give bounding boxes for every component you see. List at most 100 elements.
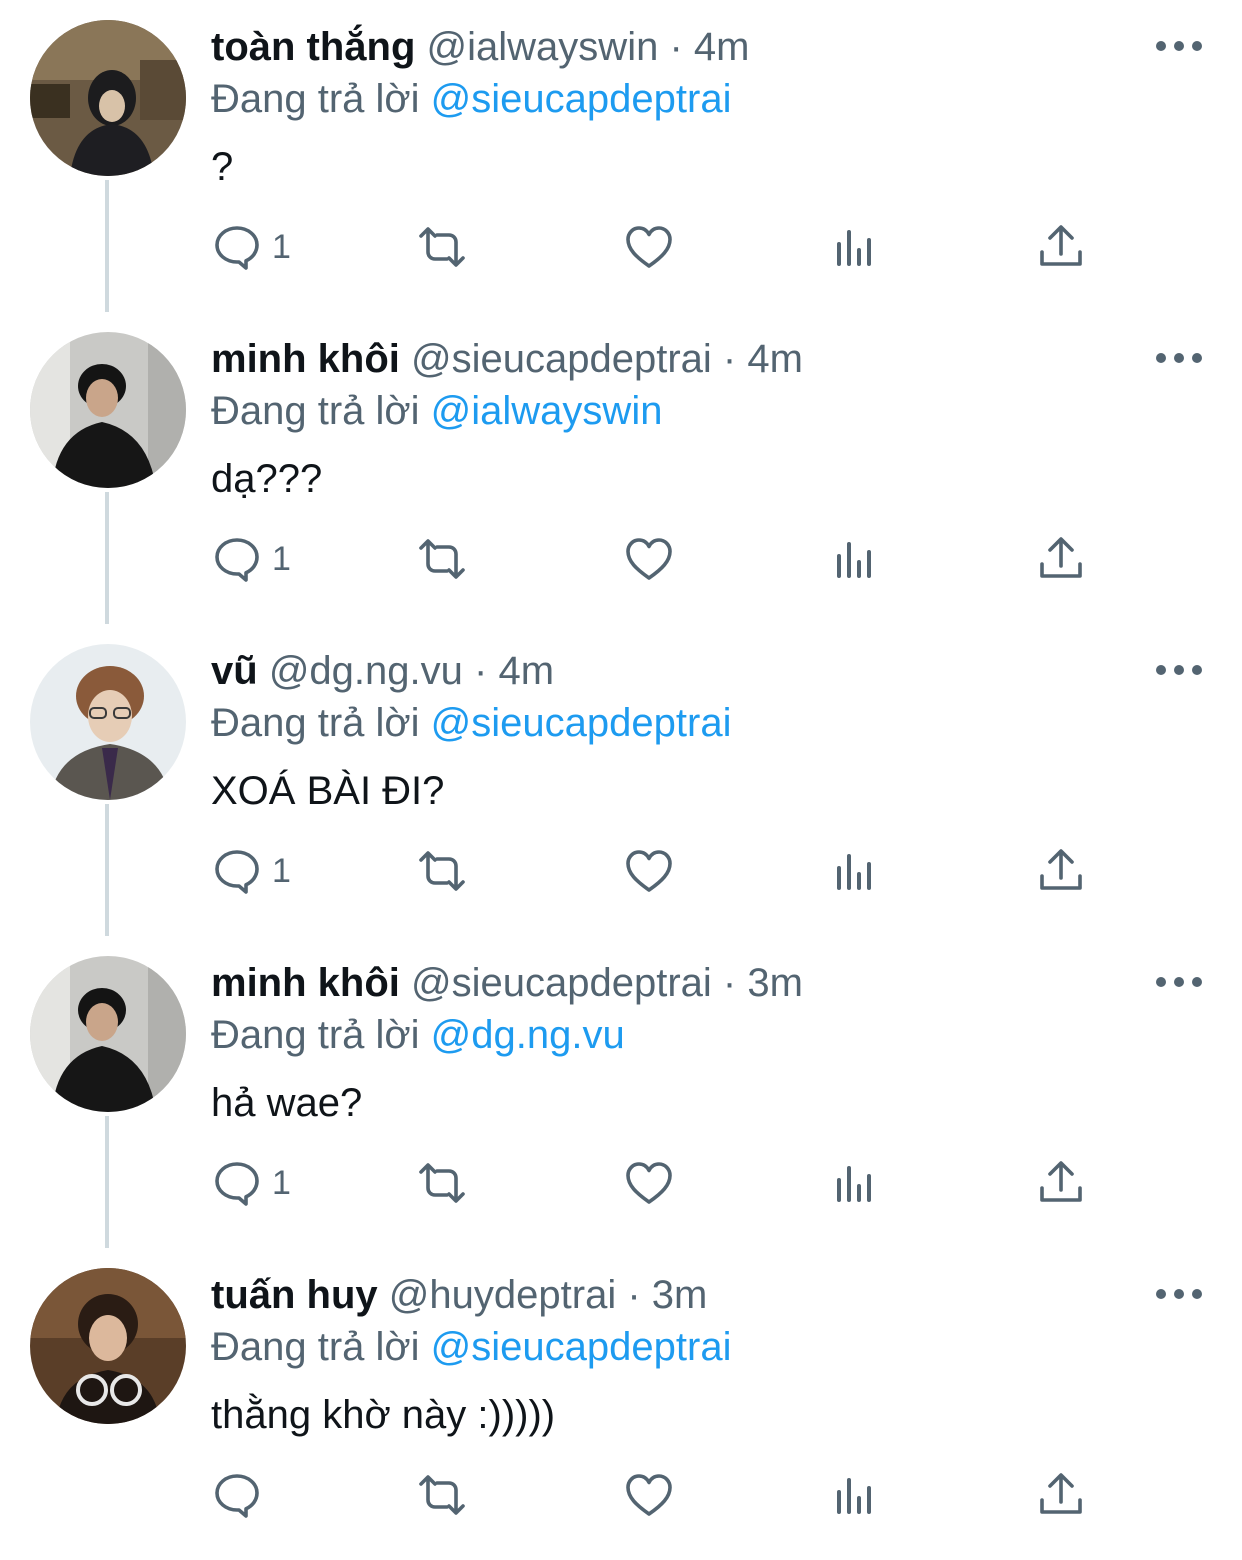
timestamp[interactable]: 3m [747,961,803,1005]
reply-button[interactable]: 1 [212,1148,291,1218]
heart-icon [626,538,672,580]
tweet[interactable]: minh khôi @sieucapdeptrai · 3m Đang trả … [0,936,1242,1248]
views-button[interactable] [830,212,880,282]
tweet[interactable]: minh khôi @sieucapdeptrai · 4m Đang trả … [0,312,1242,624]
user-handle[interactable]: @ialwayswin [427,25,659,69]
display-name[interactable]: toàn thắng [211,25,415,69]
more-options-button[interactable] [1156,974,1202,990]
replying-to: Đang trả lời @dg.ng.vu [211,1012,625,1058]
action-bar [0,1460,1242,1530]
reply-count: 1 [272,227,291,266]
more-icon [1192,1289,1202,1299]
more-icon [1174,977,1184,987]
retweet-button[interactable] [417,212,467,282]
timestamp[interactable]: 3m [652,1273,708,1317]
action-bar: 1 [0,524,1242,594]
avatar[interactable] [30,332,186,488]
share-button[interactable] [1036,1148,1086,1218]
separator-dot: · [669,25,683,69]
tweet-header: vũ @dg.ng.vu · 4m [211,648,554,694]
display-name[interactable]: vũ [211,649,258,693]
more-icon [1192,665,1202,675]
user-handle[interactable]: @huydeptrai [389,1273,616,1317]
share-icon [1040,225,1082,266]
replying-to-label: Đang trả lời [211,1325,420,1369]
retweet-button[interactable] [417,836,467,906]
reply-button[interactable] [212,1460,272,1530]
timestamp[interactable]: 4m [498,649,554,693]
mention-link[interactable]: @sieucapdeptrai [431,701,732,745]
share-button[interactable] [1036,524,1086,594]
user-handle[interactable]: @dg.ng.vu [269,649,463,693]
like-button[interactable] [624,524,674,594]
more-options-button[interactable] [1156,38,1202,54]
like-button[interactable] [624,836,674,906]
tweet-header: minh khôi @sieucapdeptrai · 4m [211,336,803,382]
avatar[interactable] [30,1268,186,1424]
mention-link[interactable]: @ialwayswin [431,389,663,433]
reply-icon [215,850,259,894]
more-icon [1156,1289,1166,1299]
retweet-icon [419,1475,465,1515]
more-icon [1174,1289,1184,1299]
user-handle[interactable]: @sieucapdeptrai [411,337,712,381]
avatar[interactable] [30,956,186,1112]
like-button[interactable] [624,1148,674,1218]
separator-dot: · [722,961,737,1005]
mention-link[interactable]: @sieucapdeptrai [431,1325,732,1369]
views-button[interactable] [830,836,880,906]
like-button[interactable] [624,212,674,282]
reply-count: 1 [272,539,291,578]
reply-button[interactable]: 1 [212,212,291,282]
analytics-icon [837,542,871,578]
share-button[interactable] [1036,212,1086,282]
retweet-icon [419,227,465,267]
more-options-button[interactable] [1156,350,1202,366]
reply-icon [215,1474,259,1518]
reply-icon [215,538,259,582]
replying-to: Đang trả lời @sieucapdeptrai [211,1324,731,1370]
avatar[interactable] [30,20,186,176]
more-options-button[interactable] [1156,1286,1202,1302]
avatar-image [30,332,186,488]
more-icon [1192,41,1202,51]
tweet-text: hả wae? [211,1081,363,1125]
timestamp[interactable]: 4m [694,25,750,69]
analytics-icon [837,1166,871,1202]
views-button[interactable] [830,1148,880,1218]
share-button[interactable] [1036,836,1086,906]
more-options-button[interactable] [1156,662,1202,678]
more-icon [1174,353,1184,363]
retweet-button[interactable] [417,1460,467,1530]
like-button[interactable] [624,1460,674,1530]
reply-icon [215,226,259,270]
reply-button[interactable]: 1 [212,836,291,906]
reply-button[interactable]: 1 [212,524,291,594]
retweet-button[interactable] [417,524,467,594]
user-handle[interactable]: @sieucapdeptrai [411,961,712,1005]
tweet[interactable]: vũ @dg.ng.vu · 4m Đang trả lời @sieucapd… [0,624,1242,936]
display-name[interactable]: minh khôi [211,961,400,1005]
views-button[interactable] [830,524,880,594]
views-button[interactable] [830,1460,880,1530]
mention-link[interactable]: @sieucapdeptrai [431,77,732,121]
replying-to: Đang trả lời @ialwayswin [211,388,662,434]
timestamp[interactable]: 4m [747,337,803,381]
retweet-button[interactable] [417,1148,467,1218]
tweet-header: minh khôi @sieucapdeptrai · 3m [211,960,803,1006]
reply-icon [215,1162,259,1206]
display-name[interactable]: minh khôi [211,337,400,381]
tweet-text: XOÁ BÀI ĐI? [211,769,445,813]
tweet[interactable]: tuấn huy @huydeptrai · 3m Đang trả lời @… [0,1248,1242,1560]
display-name[interactable]: tuấn huy [211,1273,378,1317]
replying-to-label: Đang trả lời [211,1013,420,1057]
retweet-icon [419,539,465,579]
mention-link[interactable]: @dg.ng.vu [431,1013,625,1057]
share-button[interactable] [1036,1460,1086,1530]
reply-count: 1 [272,851,291,890]
more-icon [1156,977,1166,987]
tweet[interactable]: toàn thắng @ialwayswin · 4m Đang trả lời… [0,0,1242,312]
avatar[interactable] [30,644,186,800]
replying-to: Đang trả lời @sieucapdeptrai [211,76,731,122]
action-bar: 1 [0,212,1242,282]
